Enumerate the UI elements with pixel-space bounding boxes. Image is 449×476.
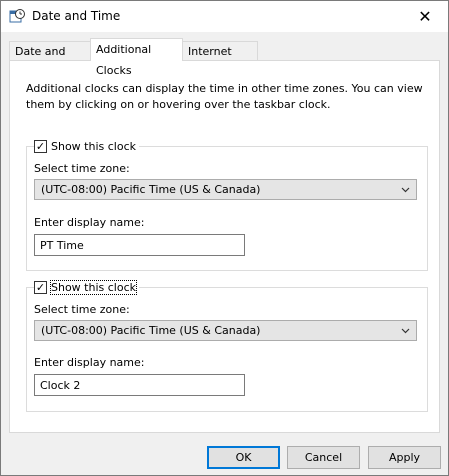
display-name-1-value: PT Time xyxy=(40,239,84,252)
timezone-2-value: (UTC-08:00) Pacific Time (US & Canada) xyxy=(41,324,261,337)
tab-internet-time[interactable]: Internet Time xyxy=(182,41,258,77)
chevron-down-icon xyxy=(401,328,410,334)
window-title: Date and Time xyxy=(32,9,121,23)
clock-calendar-icon xyxy=(9,9,25,23)
checkbox-box[interactable]: ✓ xyxy=(34,139,47,153)
display-name-2-label: Enter display name: xyxy=(34,356,145,369)
checkmark-icon: ✓ xyxy=(35,280,46,294)
display-name-2-value: Clock 2 xyxy=(40,379,81,392)
date-time-dialog: Date and Time ✕ Date and Time Additional… xyxy=(0,0,449,476)
apply-button[interactable]: Apply xyxy=(368,446,441,469)
timezone-1-select[interactable]: (UTC-08:00) Pacific Time (US & Canada) xyxy=(34,179,417,200)
select-timezone-2-label: Select time zone: xyxy=(34,303,130,316)
timezone-1-value: (UTC-08:00) Pacific Time (US & Canada) xyxy=(41,183,261,196)
checkbox-box[interactable]: ✓ xyxy=(34,280,47,294)
chevron-down-icon xyxy=(401,187,410,193)
title-bar[interactable]: Date and Time ✕ xyxy=(1,1,448,32)
show-clock-1-label: Show this clock xyxy=(51,139,136,153)
display-name-1-input[interactable]: PT Time xyxy=(34,234,245,256)
show-clock-2-label: Show this clock xyxy=(50,279,137,295)
select-timezone-1-label: Select time zone: xyxy=(34,162,130,175)
show-clock-1-checkbox[interactable]: ✓ Show this clock xyxy=(34,138,139,154)
display-name-1-label: Enter display name: xyxy=(34,216,145,229)
tab-additional-clocks[interactable]: Additional Clocks xyxy=(90,38,183,77)
checkmark-icon: ✓ xyxy=(35,139,46,153)
timezone-2-select[interactable]: (UTC-08:00) Pacific Time (US & Canada) xyxy=(34,320,417,341)
close-icon: ✕ xyxy=(418,7,432,26)
close-button[interactable]: ✕ xyxy=(402,1,448,32)
tab-date-and-time[interactable]: Date and Time xyxy=(9,41,91,77)
ok-button[interactable]: OK xyxy=(207,446,280,469)
display-name-2-input[interactable]: Clock 2 xyxy=(34,374,245,396)
cancel-button[interactable]: Cancel xyxy=(287,446,360,469)
show-clock-2-checkbox[interactable]: ✓ Show this clock xyxy=(34,279,139,295)
description-text: Additional clocks can display the time i… xyxy=(26,82,423,111)
